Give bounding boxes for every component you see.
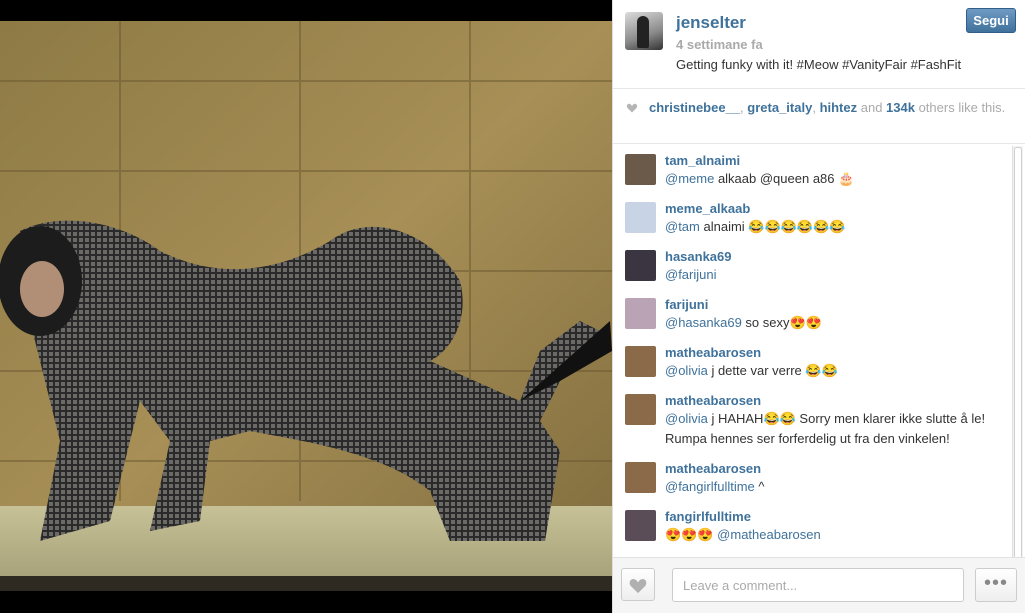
post-sidebar: jenselter 4 settimane fa Getting funky w… xyxy=(612,0,1025,613)
like-user-link[interactable]: greta_italy xyxy=(747,100,812,115)
post-caption: Getting funky with it! #Meow #VanityFair… xyxy=(676,57,962,72)
comment-mention[interactable]: @fangirlfulltime xyxy=(665,479,755,494)
post-timestamp[interactable]: 4 settimane fa xyxy=(676,37,763,52)
comment-text: @tam alnaimi 😂😂😂😂😂😂 xyxy=(665,219,846,234)
likes-count[interactable]: 134k xyxy=(886,100,915,115)
heart-icon xyxy=(626,103,638,113)
comment-input[interactable] xyxy=(672,568,964,602)
comment-text: 😍😍😍 @matheabarosen xyxy=(665,527,821,542)
comment-mention[interactable]: @tam xyxy=(665,219,700,234)
comment-item: hasanka69 @farijuni xyxy=(613,241,1025,289)
comment-item: matheabarosen @olivia j dette var verre … xyxy=(613,337,1025,385)
comment-mention[interactable]: @olivia xyxy=(665,363,708,378)
comment-text: @hasanka69 so sexy😍😍 xyxy=(665,315,822,330)
likes-row: christinebee__, greta_italy, hihtez and … xyxy=(613,89,1025,144)
avatar[interactable] xyxy=(625,250,656,281)
comment-username[interactable]: matheabarosen xyxy=(665,393,1003,409)
avatar[interactable] xyxy=(625,510,656,541)
comment-item: tam_alnaimi @meme alkaab @queen a86 🎂 xyxy=(613,145,1025,193)
comment-text: @fangirlfulltime ^ xyxy=(665,479,765,494)
post-header: jenselter 4 settimane fa Getting funky w… xyxy=(613,0,1025,89)
follow-button[interactable]: Segui xyxy=(966,8,1016,33)
comment-username[interactable]: meme_alkaab xyxy=(665,201,1003,217)
comment-text: @olivia j dette var verre 😂😂 xyxy=(665,363,838,378)
comment-username[interactable]: tam_alnaimi xyxy=(665,153,1003,169)
comment-username[interactable]: hasanka69 xyxy=(665,249,1003,265)
comment-username[interactable]: farijuni xyxy=(665,297,1003,313)
like-user-link[interactable]: hihtez xyxy=(820,100,858,115)
comment-item: fangirlfulltime 😍😍😍 @matheabarosen xyxy=(613,501,1025,549)
post-photo[interactable] xyxy=(0,21,612,591)
more-options-button[interactable]: ••• xyxy=(975,568,1017,602)
avatar[interactable] xyxy=(625,202,656,233)
avatar[interactable] xyxy=(625,12,663,50)
post-username[interactable]: jenselter xyxy=(676,13,746,33)
comments-list[interactable]: tam_alnaimi @meme alkaab @queen a86 🎂 me… xyxy=(613,145,1025,558)
comment-mention[interactable]: @farijuni xyxy=(665,267,717,282)
comment-mention[interactable]: @hasanka69 xyxy=(665,315,742,330)
comment-text: @meme alkaab @queen a86 🎂 xyxy=(665,171,855,186)
comment-item: matheabarosen @fangirlfulltime ^ xyxy=(613,453,1025,501)
avatar[interactable] xyxy=(625,154,656,185)
comment-username[interactable]: matheabarosen xyxy=(665,345,1003,361)
comment-footer: ••• xyxy=(613,557,1025,613)
heart-icon xyxy=(629,578,647,594)
likes-summary: christinebee__, greta_italy, hihtez and … xyxy=(649,100,1006,115)
comment-username[interactable]: fangirlfulltime xyxy=(665,509,1003,525)
avatar[interactable] xyxy=(625,346,656,377)
comment-text: @farijuni xyxy=(665,265,1003,285)
scrollbar-thumb[interactable] xyxy=(1014,147,1022,559)
like-user-link[interactable]: christinebee__ xyxy=(649,100,740,115)
comment-item: farijuni @hasanka69 so sexy😍😍 xyxy=(613,289,1025,337)
comment-username[interactable]: matheabarosen xyxy=(665,461,1003,477)
avatar[interactable] xyxy=(625,462,656,493)
like-button[interactable] xyxy=(621,568,655,601)
comment-item: meme_alkaab @tam alnaimi 😂😂😂😂😂😂 xyxy=(613,193,1025,241)
avatar[interactable] xyxy=(625,298,656,329)
comments-scrollbar[interactable] xyxy=(1012,146,1023,559)
comment-text: @olivia j HAHAH😂😂 Sorry men klarer ikke … xyxy=(665,411,986,446)
comment-mention[interactable]: @meme xyxy=(665,171,714,186)
comment-mention[interactable]: @olivia xyxy=(665,411,708,426)
post-photo-pane xyxy=(0,0,612,613)
avatar[interactable] xyxy=(625,394,656,425)
comment-item: matheabarosen @olivia j HAHAH😂😂 Sorry me… xyxy=(613,385,1025,453)
comment-mention[interactable]: @matheabarosen xyxy=(717,527,821,542)
